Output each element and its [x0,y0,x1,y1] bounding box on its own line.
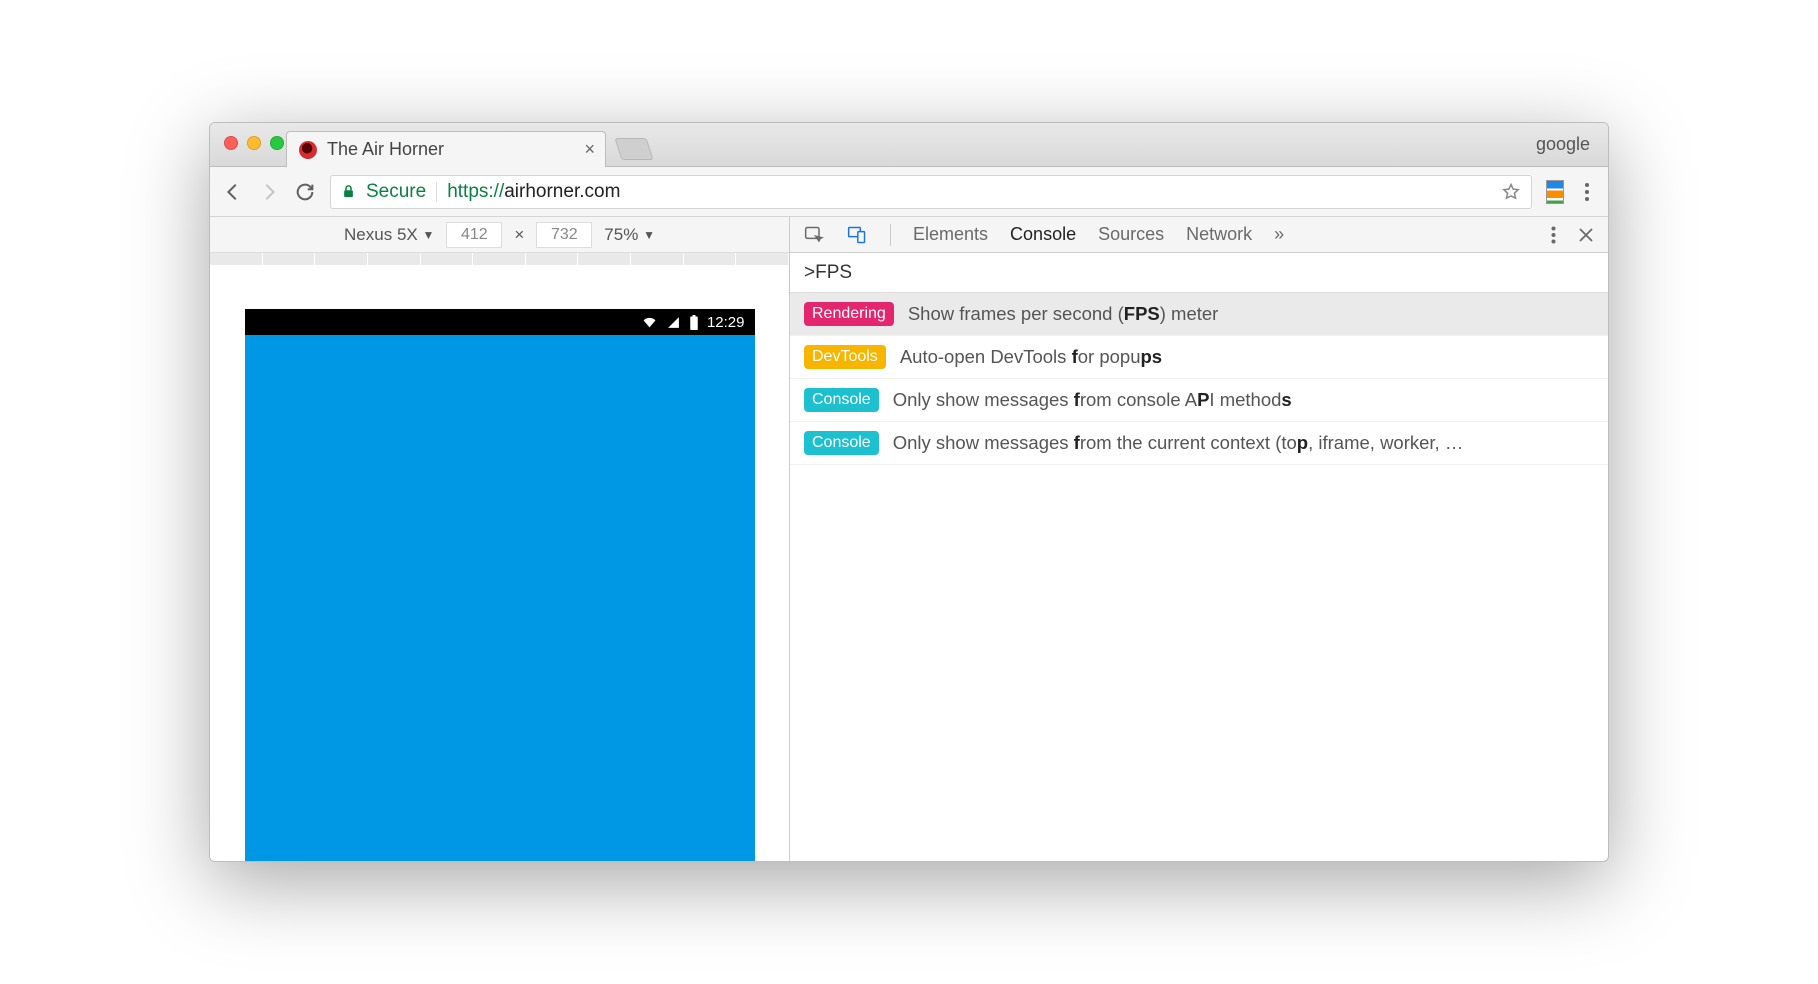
command-menu-item[interactable]: Rendering Show frames per second (FPS) me… [790,293,1608,336]
command-menu-item[interactable]: Console Only show messages from console A… [790,379,1608,422]
command-menu-input[interactable]: >FPS [790,253,1608,293]
device-pane: Nexus 5X ▼ × 75% ▼ 12:29 [210,217,790,861]
devtools-close-button[interactable] [1578,227,1594,243]
new-tab-button[interactable] [614,138,653,160]
emulated-viewport[interactable]: 12:29 [210,265,789,861]
inspect-element-icon[interactable] [804,225,824,245]
command-menu-text: >FPS [804,262,852,284]
tab-title: The Air Horner [327,139,574,160]
device-toolbar: Nexus 5X ▼ × 75% ▼ [210,217,789,253]
lock-icon [341,183,356,200]
command-badge: Console [804,431,879,455]
reload-button[interactable] [294,181,316,203]
command-badge: DevTools [804,345,886,369]
command-text: Only show messages from console API meth… [893,389,1292,411]
window-maximize-button[interactable] [270,136,284,150]
window-minimize-button[interactable] [247,136,261,150]
tab-console[interactable]: Console [1010,224,1076,245]
address-bar[interactable]: Secure https://airhorner.com [330,175,1532,209]
secure-label: Secure [366,181,426,203]
divider [890,224,891,246]
battery-icon [689,315,699,330]
phone-status-bar: 12:29 [245,309,755,335]
device-height-input[interactable] [536,222,592,248]
zoom-select[interactable]: 75% ▼ [604,225,655,245]
command-badge: Rendering [804,302,894,326]
tab-close-button[interactable]: × [584,139,595,160]
command-text: Auto-open DevTools for popups [900,346,1162,368]
phone-screen: 12:29 [245,309,755,861]
forward-button[interactable] [258,181,280,203]
bookmark-star-icon[interactable] [1501,182,1521,202]
tab-strip: The Air Horner × [286,123,650,166]
wifi-icon [641,316,658,329]
command-menu-item[interactable]: DevTools Auto-open DevTools for popups [790,336,1608,379]
more-tabs-icon[interactable]: » [1274,224,1284,245]
tab-network[interactable]: Network [1186,224,1252,245]
devtools-menu-button[interactable] [1551,226,1556,244]
titlebar: The Air Horner × google [210,123,1608,167]
command-menu-list: Rendering Show frames per second (FPS) me… [790,293,1608,465]
command-text: Only show messages from the current cont… [893,432,1464,454]
browser-tab[interactable]: The Air Horner × [286,131,606,167]
tab-sources[interactable]: Sources [1098,224,1164,245]
back-button[interactable] [222,181,244,203]
device-width-input[interactable] [446,222,502,248]
favicon-icon [299,141,317,159]
browser-menu-button[interactable] [1578,183,1596,201]
window-close-button[interactable] [224,136,238,150]
signal-icon [666,316,681,329]
toolbar: Secure https://airhorner.com [210,167,1608,217]
divider [436,182,437,202]
devtools-tabbar: Elements Console Sources Network » [790,217,1608,253]
command-text: Show frames per second (FPS) meter [908,303,1219,325]
profile-label[interactable]: google [1536,134,1590,155]
tab-elements[interactable]: Elements [913,224,988,245]
phone-clock: 12:29 [707,314,745,331]
command-menu-item[interactable]: Console Only show messages from the curre… [790,422,1608,465]
command-badge: Console [804,388,879,412]
ruler [210,253,789,265]
content-split: Nexus 5X ▼ × 75% ▼ 12:29 [210,217,1608,861]
toggle-device-icon[interactable] [846,225,868,245]
lighthouse-extension-icon[interactable] [1546,180,1564,204]
window-controls [224,136,284,150]
device-select[interactable]: Nexus 5X ▼ [344,225,434,245]
devtools-pane: Elements Console Sources Network » >FPS … [790,217,1608,861]
url-text: https://airhorner.com [447,181,620,203]
browser-window: The Air Horner × google Secure https://a… [209,122,1609,862]
times-label: × [514,225,524,245]
